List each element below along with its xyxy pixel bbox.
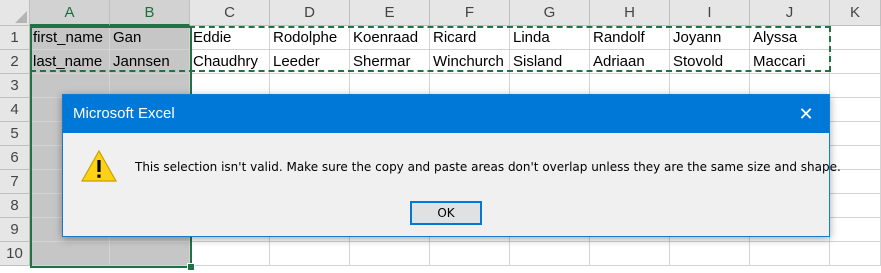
warning-icon [80, 149, 118, 182]
cell-j2[interactable]: Maccari [750, 50, 830, 74]
cell-d10[interactable] [270, 242, 350, 266]
cell-k4[interactable] [830, 98, 881, 122]
cell-k1[interactable] [830, 26, 881, 50]
dialog-body: This selection isn't valid. Make sure th… [63, 133, 841, 236]
cell-h10[interactable] [590, 242, 670, 266]
cell-k9[interactable] [830, 218, 881, 242]
cell-b10[interactable] [110, 242, 190, 266]
fill-handle[interactable] [187, 263, 195, 271]
cell-b2[interactable]: Jannsen [110, 50, 190, 74]
column-header-k[interactable]: K [830, 0, 881, 26]
cell-j10[interactable] [750, 242, 830, 266]
row-header-7[interactable]: 7 [0, 170, 30, 194]
cell-e2[interactable]: Shermar [350, 50, 430, 74]
close-icon[interactable]: ✕ [783, 95, 829, 133]
row-header-3[interactable]: 3 [0, 74, 30, 98]
cell-k8[interactable] [830, 194, 881, 218]
ok-button[interactable]: OK [410, 201, 482, 225]
cell-a2[interactable]: last_name [30, 50, 110, 74]
cell-k10[interactable] [830, 242, 881, 266]
column-header-a[interactable]: A [30, 0, 110, 26]
cell-f2[interactable]: Winchurch [430, 50, 510, 74]
row-header-8[interactable]: 8 [0, 194, 30, 218]
column-header-i[interactable]: I [670, 0, 750, 26]
cell-h2[interactable]: Adriaan [590, 50, 670, 74]
cell-k2[interactable] [830, 50, 881, 74]
cell-e10[interactable] [350, 242, 430, 266]
column-header-g[interactable]: G [510, 0, 590, 26]
dialog-message: This selection isn't valid. Make sure th… [135, 160, 841, 174]
cell-g2[interactable]: Sisland [510, 50, 590, 74]
cell-d2[interactable]: Leeder [270, 50, 350, 74]
column-header-h[interactable]: H [590, 0, 670, 26]
cell-j1[interactable]: Alyssa [750, 26, 830, 50]
row-header-9[interactable]: 9 [0, 218, 30, 242]
column-header-e[interactable]: E [350, 0, 430, 26]
cell-g1[interactable]: Linda [510, 26, 590, 50]
cell-i2[interactable]: Stovold [670, 50, 750, 74]
cell-c2[interactable]: Chaudhry [190, 50, 270, 74]
error-dialog: Microsoft Excel ✕ This selection isn't v… [62, 94, 841, 237]
row-header-5[interactable]: 5 [0, 122, 30, 146]
cell-a1[interactable]: first_name [30, 26, 110, 50]
dialog-title: Microsoft Excel [63, 95, 829, 133]
row-header-6[interactable]: 6 [0, 146, 30, 170]
cell-b1[interactable]: Gan [110, 26, 190, 50]
column-header-c[interactable]: C [190, 0, 270, 26]
cell-i10[interactable] [670, 242, 750, 266]
column-header-f[interactable]: F [430, 0, 510, 26]
column-header-j[interactable]: J [750, 0, 830, 26]
cell-g10[interactable] [510, 242, 590, 266]
cell-f1[interactable]: Ricard [430, 26, 510, 50]
select-all-corner[interactable] [0, 0, 30, 26]
row-header-1[interactable]: 1 [0, 26, 30, 50]
cell-c10[interactable] [190, 242, 270, 266]
cell-i1[interactable]: Joyann [670, 26, 750, 50]
row-header-2[interactable]: 2 [0, 50, 30, 74]
cell-e1[interactable]: Koenraad [350, 26, 430, 50]
cell-f10[interactable] [430, 242, 510, 266]
cell-k3[interactable] [830, 74, 881, 98]
cell-h1[interactable]: Randolf [590, 26, 670, 50]
row-header-10[interactable]: 10 [0, 242, 30, 266]
cell-c1[interactable]: Eddie [190, 26, 270, 50]
column-header-d[interactable]: D [270, 0, 350, 26]
cell-d1[interactable]: Rodolphe [270, 26, 350, 50]
row-header-4[interactable]: 4 [0, 98, 30, 122]
column-header-b[interactable]: B [110, 0, 190, 26]
cell-k5[interactable] [830, 122, 881, 146]
cell-a10[interactable] [30, 242, 110, 266]
